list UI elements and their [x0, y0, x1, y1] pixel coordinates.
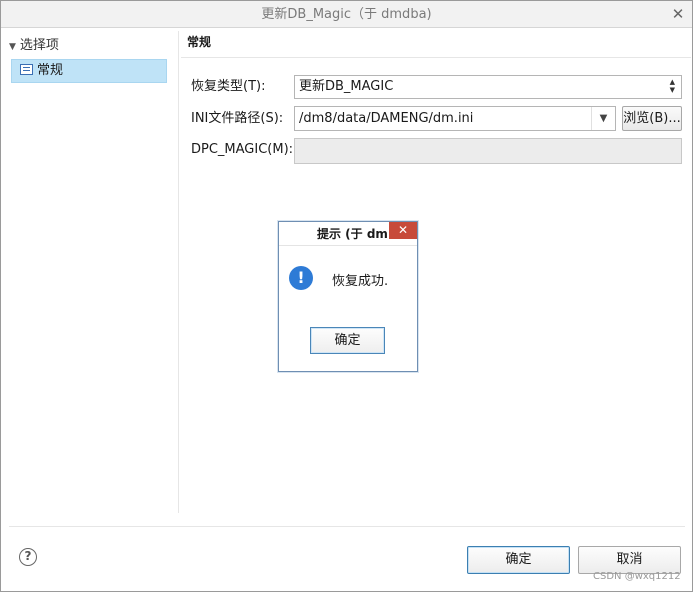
browse-button[interactable]: 浏览(B)...: [622, 106, 682, 131]
options-tree: ▼ 选择项 常规: [5, 31, 171, 511]
section-title: 常规: [187, 35, 212, 49]
close-icon[interactable]: ✕: [666, 3, 690, 25]
panel-divider: [178, 31, 179, 513]
dpc-magic-label: DPC_MAGIC(M):: [191, 142, 294, 157]
help-icon[interactable]: ?: [19, 548, 37, 566]
restore-type-value: 更新DB_MAGIC: [299, 79, 394, 94]
message-text: 恢复成功.: [332, 274, 389, 289]
message-dialog: 提示 (于 dm ✕ ! 恢复成功. 确定: [278, 221, 418, 372]
close-icon[interactable]: ✕: [389, 222, 417, 239]
restore-type-label: 恢复类型(T):: [191, 79, 266, 94]
dialog-ok-button[interactable]: 确定: [310, 327, 385, 354]
cancel-button[interactable]: 取消: [578, 546, 681, 574]
window-title: 更新DB_Magic（于 dmdba): [261, 7, 432, 22]
ini-path-combobox[interactable]: /dm8/data/DAMENG/dm.ini ▼: [294, 106, 616, 131]
section-divider: [181, 57, 691, 58]
tree-root[interactable]: ▼ 选择项: [9, 35, 59, 57]
ini-path-label: INI文件路径(S):: [191, 111, 284, 126]
dpc-magic-input[interactable]: [294, 138, 682, 164]
ok-button[interactable]: 确定: [467, 546, 570, 574]
footer-divider: [9, 526, 685, 527]
chevron-down-icon[interactable]: ▼: [9, 42, 16, 52]
tree-item-general[interactable]: 常规: [11, 59, 167, 83]
title-bar: 更新DB_Magic（于 dmdba) ✕: [1, 1, 692, 28]
dialog-window: 更新DB_Magic（于 dmdba) ✕ ▼ 选择项 常规 常规 恢复类型(T)…: [0, 0, 693, 592]
restore-type-select[interactable]: 更新DB_MAGIC ▲ ▼: [294, 75, 682, 99]
ini-path-value: /dm8/data/DAMENG/dm.ini: [299, 111, 474, 126]
chevron-down-icon[interactable]: ▼: [591, 107, 615, 130]
tree-item-label: 常规: [37, 63, 64, 78]
page-icon: [20, 64, 33, 75]
spinner-arrows-icon[interactable]: ▲ ▼: [670, 78, 675, 94]
watermark: CSDN @wxq1212: [593, 571, 681, 582]
tree-root-label: 选择项: [19, 38, 59, 53]
info-icon: !: [289, 266, 313, 290]
